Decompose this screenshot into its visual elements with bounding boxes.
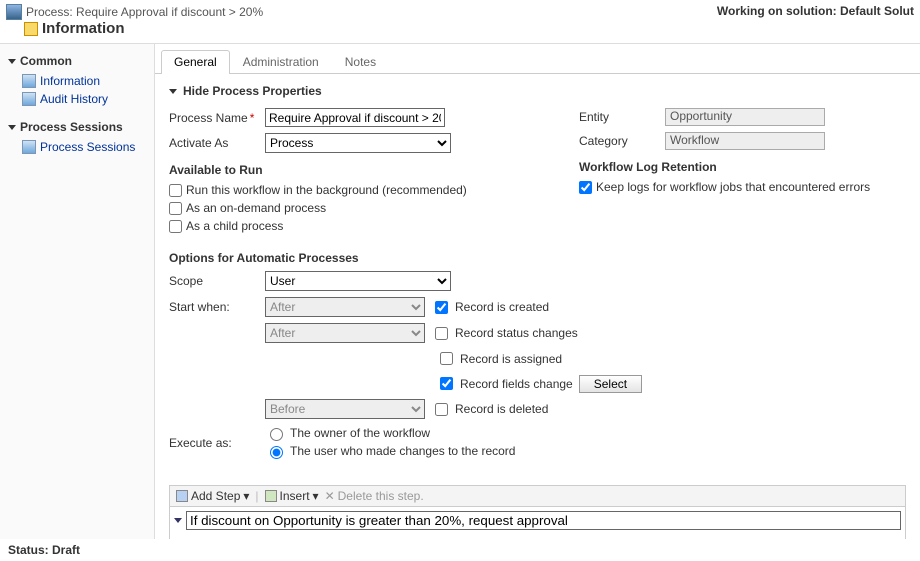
sidebar-group-common[interactable]: Common [8, 54, 146, 68]
delete-step-button: ✕ Delete this step. [325, 489, 424, 503]
start-when-after1[interactable]: After [265, 297, 425, 317]
options-heading: Options for Automatic Processes [169, 251, 906, 265]
radio-execute-user-label: The user who made changes to the record [290, 444, 515, 458]
page-title: Information [6, 20, 263, 37]
start-when-before[interactable]: Before [265, 399, 425, 419]
information-icon [24, 22, 38, 36]
activate-as-label: Activate As [169, 136, 259, 150]
execute-as-label: Execute as: [169, 436, 259, 450]
sidebar-item-label: Information [40, 74, 100, 88]
radio-execute-user[interactable] [270, 446, 283, 459]
add-step-label: Add Step [191, 489, 240, 503]
chk-keep-logs[interactable] [579, 181, 592, 194]
hide-props-label: Hide Process Properties [183, 84, 322, 98]
chk-child-label: As a child process [186, 219, 283, 233]
log-retention-heading: Workflow Log Retention [579, 160, 906, 174]
tab-notes[interactable]: Notes [332, 50, 389, 73]
audit-glyph-icon [22, 92, 36, 106]
chk-record-status-changes[interactable] [435, 327, 448, 340]
step-description-input[interactable] [186, 511, 901, 530]
chk-record-created[interactable] [435, 301, 448, 314]
process-icon [6, 4, 22, 20]
chk-record-deleted-label: Record is deleted [455, 402, 548, 416]
chk-record-assigned-label: Record is assigned [460, 352, 562, 366]
sidebar-item-information[interactable]: Information [8, 72, 146, 90]
sidebar-item-label: Audit History [40, 92, 108, 106]
category-value: Workflow [665, 132, 825, 150]
add-step-icon [176, 490, 188, 502]
insert-icon [265, 490, 277, 502]
radio-execute-owner-label: The owner of the workflow [290, 426, 430, 440]
chk-record-deleted[interactable] [435, 403, 448, 416]
start-when-label: Start when: [169, 300, 259, 314]
working-on-solution: Working on solution: Default Solut [717, 4, 914, 18]
chevron-down-icon: ▾ [313, 489, 319, 503]
start-when-after2[interactable]: After [265, 323, 425, 343]
chk-record-status-label: Record status changes [455, 326, 578, 340]
chk-record-assigned[interactable] [440, 352, 453, 365]
add-step-button[interactable]: Add Step ▾ [176, 489, 249, 503]
chk-record-created-label: Record is created [455, 300, 549, 314]
entity-label: Entity [579, 110, 659, 124]
session-glyph-icon [22, 140, 36, 154]
category-label: Category [579, 134, 659, 148]
information-glyph-icon [22, 74, 36, 88]
close-icon: ✕ [325, 489, 335, 503]
chk-keep-logs-label: Keep logs for workflow jobs that encount… [596, 180, 870, 194]
sidebar-item-label: Process Sessions [40, 140, 135, 154]
scope-label: Scope [169, 274, 259, 288]
sidebar-group-process-sessions[interactable]: Process Sessions [8, 120, 146, 134]
insert-label: Insert [280, 489, 310, 503]
status-bar: Status: Draft [0, 539, 920, 561]
sidebar-item-process-sessions[interactable]: Process Sessions [8, 138, 146, 156]
chk-ondemand[interactable] [169, 202, 182, 215]
chk-background[interactable] [169, 184, 182, 197]
sidebar-item-audit-history[interactable]: Audit History [8, 90, 146, 108]
delete-step-label: Delete this step. [338, 489, 424, 503]
activate-as-select[interactable]: Process [265, 133, 451, 153]
hide-process-properties-toggle[interactable]: Hide Process Properties [169, 84, 906, 98]
scope-select[interactable]: User [265, 271, 451, 291]
available-to-run-heading: Available to Run [169, 163, 529, 177]
tab-general[interactable]: General [161, 50, 230, 74]
select-fields-button[interactable]: Select [579, 375, 642, 393]
entity-value: Opportunity [665, 108, 825, 126]
chk-background-label: Run this workflow in the background (rec… [186, 183, 467, 197]
chk-child[interactable] [169, 220, 182, 233]
process-title-label: Process: Require Approval if discount > … [26, 5, 263, 19]
chk-record-fields-change[interactable] [440, 377, 453, 390]
process-name-input[interactable] [265, 108, 445, 127]
radio-execute-owner[interactable] [270, 428, 283, 441]
chevron-down-icon: ▾ [243, 489, 249, 503]
insert-button[interactable]: Insert ▾ [265, 489, 319, 503]
tab-administration[interactable]: Administration [230, 50, 332, 73]
step-collapse-icon[interactable] [174, 518, 182, 523]
chk-record-fields-label: Record fields change [460, 377, 573, 391]
chk-ondemand-label: As an on-demand process [186, 201, 326, 215]
process-name-label: Process Name* [169, 111, 259, 125]
